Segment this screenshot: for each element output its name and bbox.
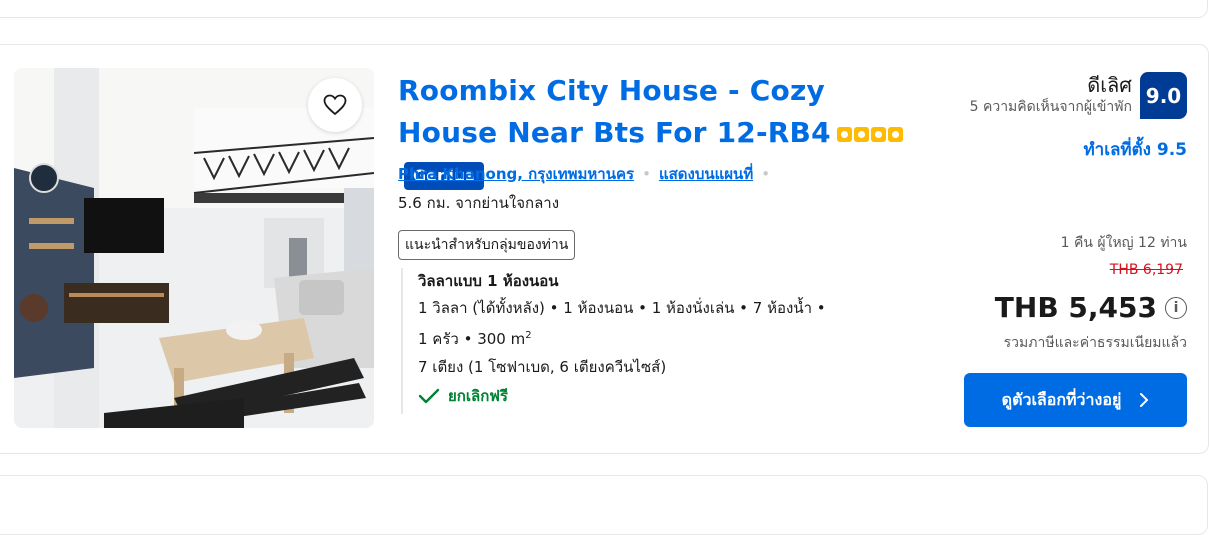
room-details: วิลลาแบบ 1 ห้องนอน 1 วิลลา (ได้ทั้งหลัง)… (401, 268, 871, 414)
heart-icon (323, 94, 347, 116)
separator-dot: • (761, 165, 771, 183)
bed-configuration: 7 เตียง (1 โซฟาเบด, 6 เตียงควีนไซส์) (418, 358, 667, 376)
see-availability-button[interactable]: ดูตัวเลือกที่ว่างอยู่ (964, 373, 1187, 427)
review-score[interactable]: ดีเลิศ 5 ความคิดเห็นจากผู้เข้าพัก 9.0 (970, 72, 1187, 119)
room-name: วิลลาแบบ 1 ห้องนอน (418, 272, 559, 290)
free-cancellation-label: ยกเลิกฟรี (448, 387, 508, 405)
review-score-badge[interactable]: 9.0 (1140, 72, 1187, 119)
see-availability-label: ดูตัวเลือกที่ว่างอยู่ (1001, 389, 1122, 409)
show-on-map-link[interactable]: แสดงบนแผนที่ (659, 165, 753, 183)
original-price: THB 6,197 (1109, 262, 1183, 278)
review-count: 5 ความคิดเห็นจากผู้เข้าพัก (969, 99, 1132, 115)
star-rating (836, 126, 903, 142)
current-price: THB 5,453 (994, 291, 1157, 324)
star-icon (836, 126, 852, 142)
room-size-text: 1 ครัว • 300 m (418, 330, 526, 348)
star-icon (853, 126, 869, 142)
property-title-text[interactable]: Roombix City House - Cozy House Near Bts… (398, 74, 831, 149)
location-row: Phra Khanong, กรุงเทพมหานคร • แสดงบนแผนที่… (398, 164, 778, 184)
stay-summary: 1 คืน ผู้ใหญ่ 12 ท่าน (1060, 235, 1187, 251)
checkmark-icon (418, 388, 440, 404)
star-icon (887, 126, 903, 142)
location-score: ทำเลที่ตั้ง 9.5 (1083, 140, 1187, 160)
star-icon (870, 126, 886, 142)
tax-note: รวมภาษีและค่าธรรมเนียมแล้ว (1003, 335, 1187, 351)
room-size-unit-superscript: 2 (525, 330, 532, 341)
next-listing-card (0, 475, 1208, 535)
current-price-row: THB 5,453 i (995, 289, 1187, 327)
previous-listing-card (0, 0, 1208, 18)
room-facilities-line2: 1 ครัว • 300 m2 (418, 322, 871, 353)
free-cancellation: ยกเลิกฟรี (418, 383, 871, 409)
chevron-right-icon (1140, 393, 1149, 407)
location-link[interactable]: Phra Khanong, กรุงเทพมหานคร (398, 165, 634, 183)
review-score-word: ดีเลิศ (1087, 73, 1132, 97)
recommended-badge: แนะนำสำหรับกลุ่มของท่าน (398, 230, 576, 260)
save-to-wishlist-button[interactable] (308, 78, 362, 132)
review-score-text: ดีเลิศ 5 ความคิดเห็นจากผู้เข้าพัก (970, 72, 1132, 116)
distance-from-center: 5.6 กม. จากย่านใจกลาง (398, 194, 560, 212)
info-icon[interactable]: i (1165, 297, 1187, 319)
room-facilities-line1: 1 วิลลา (ได้ทั้งหลัง) • 1 ห้องนอน • 1 ห้… (418, 299, 826, 317)
separator-dot: • (642, 165, 651, 183)
